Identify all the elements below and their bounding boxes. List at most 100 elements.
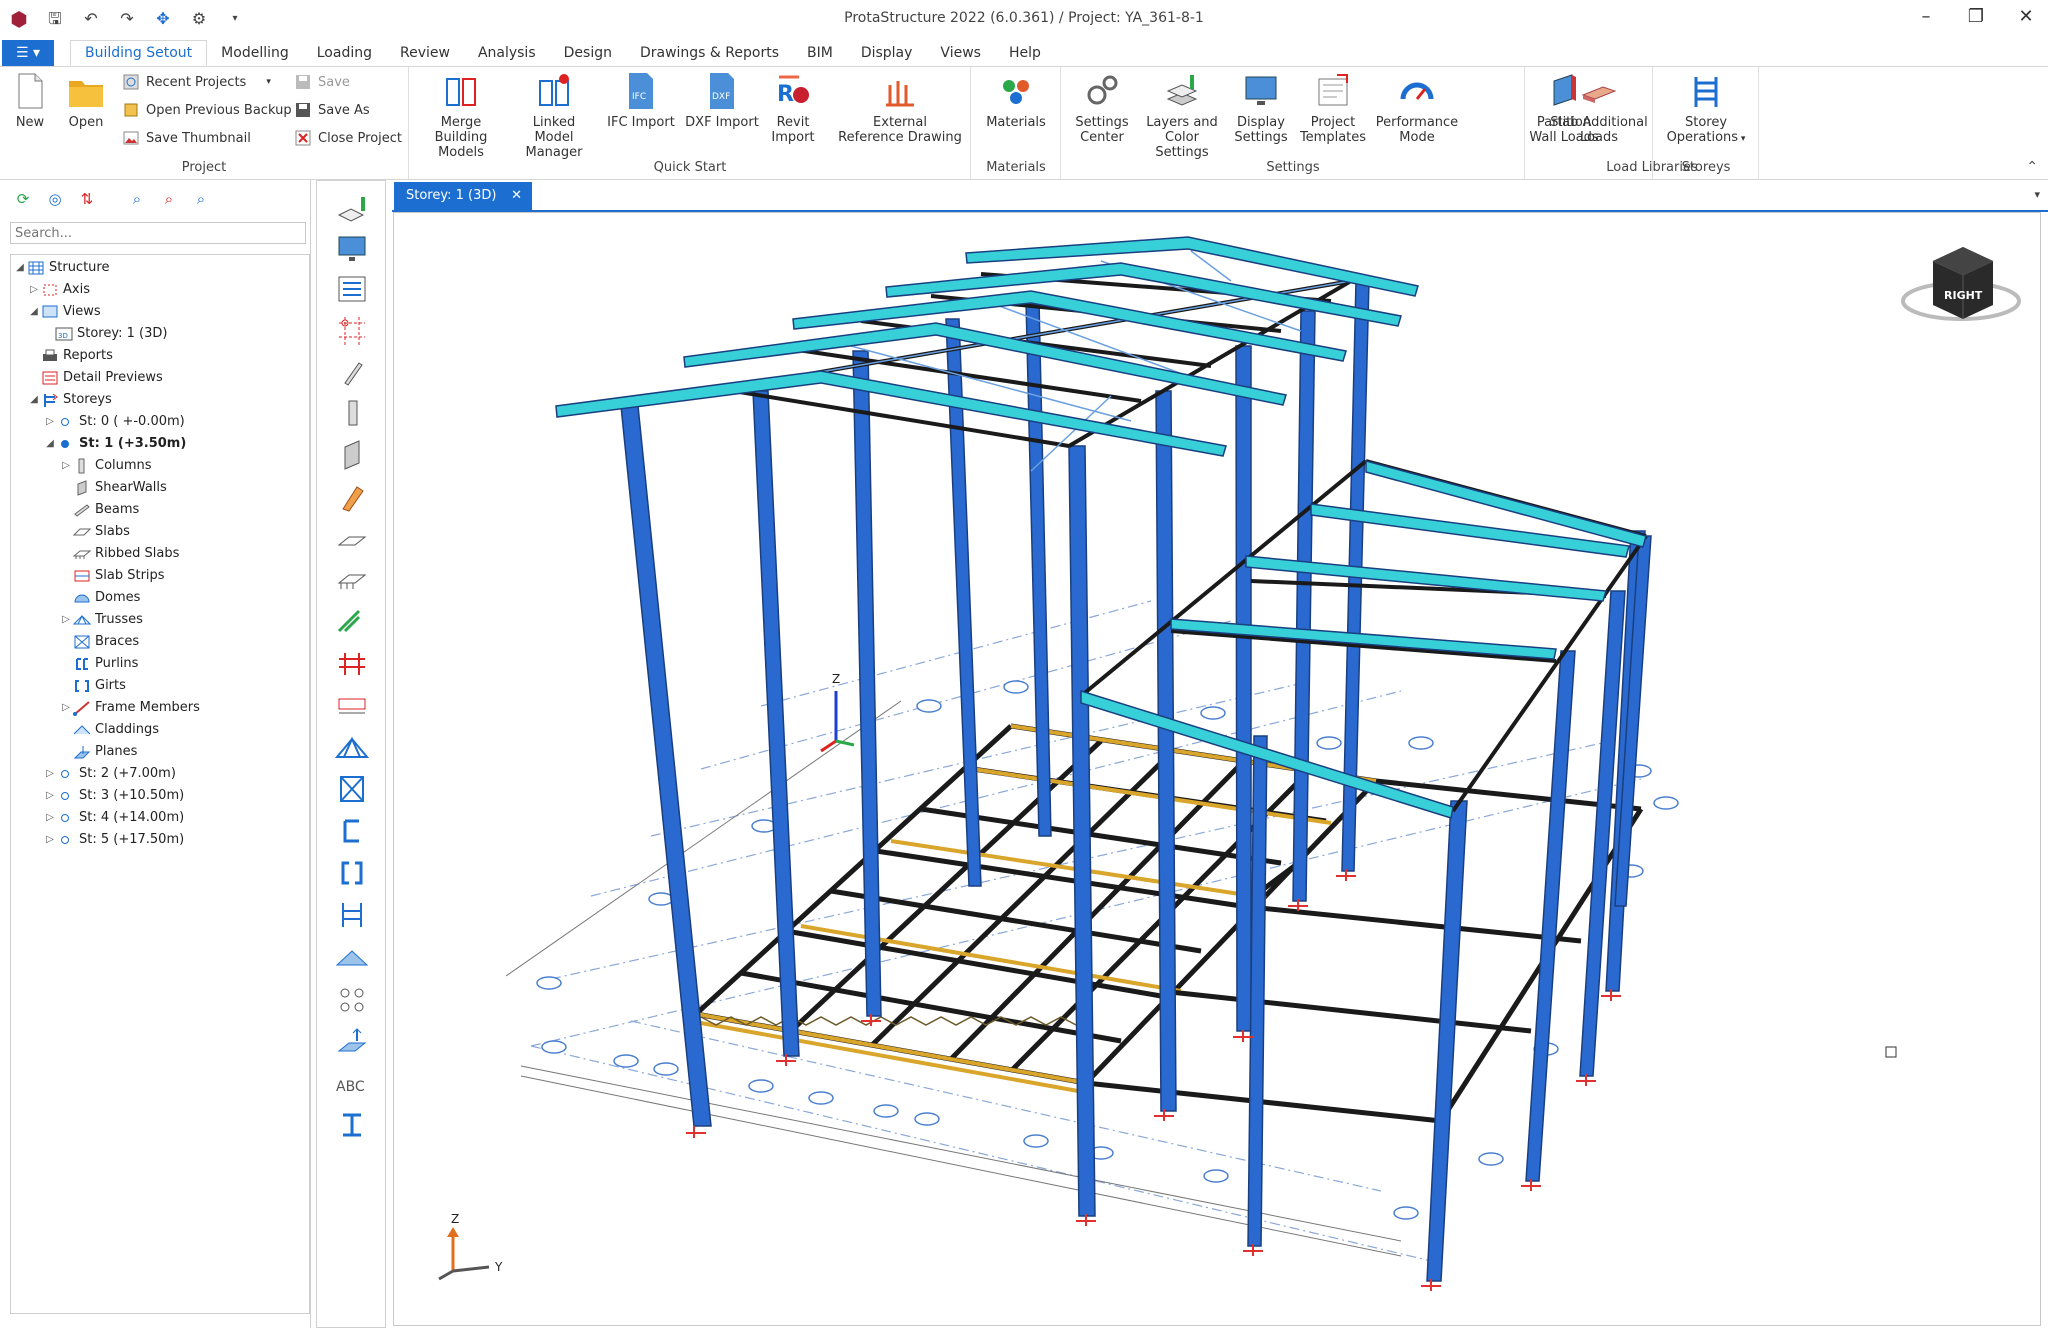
tree-item-ribbed-slabs[interactable]: Ribbed Slabs xyxy=(73,543,179,565)
storey-operations-button[interactable]: Storey Operations ▾ xyxy=(1662,71,1750,147)
axis-tool-icon[interactable] xyxy=(335,315,369,347)
tab-design[interactable]: Design xyxy=(550,40,626,66)
tree-item-storeys[interactable]: ◢ Storeys xyxy=(27,389,112,411)
sort-icon[interactable]: ⇅ xyxy=(76,188,98,210)
new-button[interactable]: New xyxy=(10,71,50,130)
tree-item-reports[interactable]: Reports xyxy=(41,345,113,367)
3d-viewport[interactable]: Z RIGHT Z Y xyxy=(393,212,2041,1326)
close-icon[interactable]: ✕ xyxy=(2014,6,2038,27)
open-button[interactable]: Open xyxy=(64,71,108,130)
tree-item-st1[interactable]: ◢ St: 1 (+3.50m) xyxy=(43,433,186,455)
tree-item-slabs[interactable]: Slabs xyxy=(73,521,130,543)
linked-model-manager-button[interactable]: Linked Model Manager xyxy=(514,71,594,160)
tree-item-structure[interactable]: ◢ Structure xyxy=(13,257,109,279)
zoom-in-icon[interactable]: ⌕ xyxy=(158,188,180,210)
expand-toggle-icon[interactable]: ▷ xyxy=(59,609,73,631)
close-tab-icon[interactable]: ✕ xyxy=(511,182,522,210)
tree-item-st5[interactable]: ▷ St: 5 (+17.50m) xyxy=(43,829,184,851)
file-menu-button[interactable]: ☰ ▾ xyxy=(2,40,54,66)
slab-tool-icon[interactable] xyxy=(335,523,369,555)
tree-item-girts[interactable]: Girts xyxy=(73,675,126,697)
expand-toggle-icon[interactable]: ▷ xyxy=(59,697,73,719)
column-tool-2-icon[interactable] xyxy=(335,397,369,429)
tab-review[interactable]: Review xyxy=(386,40,464,66)
tab-building-setout[interactable]: Building Setout xyxy=(70,40,208,66)
expand-toggle-icon[interactable]: ▷ xyxy=(43,411,57,433)
expand-toggle-icon[interactable]: ▷ xyxy=(27,279,41,301)
save-button[interactable]: Save xyxy=(294,73,350,91)
list-tool-icon[interactable] xyxy=(335,273,369,305)
save-thumbnail-button[interactable]: Save Thumbnail xyxy=(122,129,251,147)
project-templates-button[interactable]: Project Templates xyxy=(1298,71,1368,145)
shearwall-tool-icon[interactable] xyxy=(335,439,369,471)
save-as-button[interactable]: Save As xyxy=(294,101,370,119)
search-input[interactable] xyxy=(10,222,306,244)
tab-bim[interactable]: BIM xyxy=(793,40,847,66)
view-cube-label[interactable]: RIGHT xyxy=(1944,289,1983,302)
tree-item-st0[interactable]: ▷ St: 0 ( +-0.00m) xyxy=(43,411,185,433)
dxf-import-button[interactable]: DXF DXF Import xyxy=(684,71,760,130)
minimize-icon[interactable]: – xyxy=(1914,6,1938,27)
ifc-import-button[interactable]: IFC IFC Import xyxy=(606,71,676,130)
expand-toggle-icon[interactable]: ▷ xyxy=(59,455,73,477)
tree-item-st3[interactable]: ▷ St: 3 (+10.50m) xyxy=(43,785,184,807)
zoom-extents-icon[interactable]: ⌕ xyxy=(190,188,212,210)
performance-mode-button[interactable]: Performance Mode xyxy=(1374,71,1460,145)
tab-modelling[interactable]: Modelling xyxy=(207,40,303,66)
tree-item-trusses[interactable]: ▷ Trusses xyxy=(59,609,143,631)
tree-item-views[interactable]: ◢ Views xyxy=(27,301,100,323)
tab-drawings-reports[interactable]: Drawings & Reports xyxy=(626,40,793,66)
plane-tool-icon[interactable] xyxy=(335,1025,369,1057)
cladding-tool-icon[interactable] xyxy=(335,941,369,973)
collapse-toggle-icon[interactable]: ◢ xyxy=(27,389,41,411)
section-tool-icon[interactable] xyxy=(335,1109,369,1141)
text-label-tool-icon[interactable]: ABC xyxy=(335,1067,369,1099)
slab-additional-loads-button[interactable]: Slab Additional Loads xyxy=(1548,71,1650,145)
display-tool-icon[interactable] xyxy=(335,233,369,265)
layers-color-settings-button[interactable]: Layers and Color Settings xyxy=(1138,71,1226,160)
tree-item-domes[interactable]: Domes xyxy=(73,587,140,609)
tab-display[interactable]: Display xyxy=(847,40,927,66)
tab-views[interactable]: Views xyxy=(926,40,995,66)
truss-tool-icon[interactable] xyxy=(335,731,369,763)
tab-help[interactable]: Help xyxy=(995,40,1055,66)
ribbed-slab-tool-icon[interactable] xyxy=(335,565,369,597)
display-settings-button[interactable]: Display Settings xyxy=(1230,71,1292,145)
view-cube[interactable] xyxy=(1901,247,2021,321)
tree-item-columns[interactable]: ▷ Columns xyxy=(59,455,152,477)
expand-toggle-icon[interactable]: ▷ xyxy=(43,829,57,851)
collapse-toggle-icon[interactable]: ◢ xyxy=(13,257,27,279)
tree-item-purlins[interactable]: Purlins xyxy=(73,653,138,675)
settings-center-button[interactable]: Settings Center xyxy=(1070,71,1134,145)
collapse-toggle-icon[interactable]: ◢ xyxy=(43,433,57,455)
tree-item-detail-previews[interactable]: Detail Previews xyxy=(41,367,163,389)
zoom-window-icon[interactable]: ⌕ xyxy=(126,188,148,210)
expand-toggle-icon[interactable]: ▷ xyxy=(43,785,57,807)
external-reference-drawing-button[interactable]: External Reference Drawing xyxy=(836,71,964,145)
tree-item-beams[interactable]: Beams xyxy=(73,499,139,521)
recent-projects-button[interactable]: Recent Projects ▾ xyxy=(122,73,271,91)
grid-points-tool-icon[interactable] xyxy=(335,983,369,1015)
tab-analysis[interactable]: Analysis xyxy=(464,40,550,66)
girt-tool-icon[interactable] xyxy=(335,857,369,889)
brace-tool-icon[interactable] xyxy=(335,773,369,805)
materials-button[interactable]: Materials xyxy=(982,71,1050,130)
tree-item-storey-view[interactable]: 3D Storey: 1 (3D) xyxy=(55,323,167,345)
beam-tool-icon[interactable] xyxy=(335,481,369,513)
tab-dropdown-icon[interactable]: ▾ xyxy=(2034,188,2040,201)
globe-icon[interactable]: ◎ xyxy=(44,188,66,210)
stair-tool-icon[interactable] xyxy=(335,647,369,679)
tree-item-st2[interactable]: ▷ St: 2 (+7.00m) xyxy=(43,763,176,785)
tree-item-braces[interactable]: Braces xyxy=(73,631,139,653)
tree-item-frame-members[interactable]: ▷ Frame Members xyxy=(59,697,200,719)
slab-strip-tool-icon[interactable] xyxy=(335,605,369,637)
layers-tool-icon[interactable] xyxy=(335,193,369,225)
expand-toggle-icon[interactable]: ▷ xyxy=(43,763,57,785)
tab-loading[interactable]: Loading xyxy=(303,40,386,66)
tree-item-planes[interactable]: Planes xyxy=(73,741,137,763)
expand-toggle-icon[interactable]: ▷ xyxy=(43,807,57,829)
revit-import-button[interactable]: R Revit Import xyxy=(768,71,818,145)
collapse-ribbon-icon[interactable]: ⌃ xyxy=(2026,159,2038,175)
column-tool-icon[interactable] xyxy=(335,357,369,389)
tree-item-st4[interactable]: ▷ St: 4 (+14.00m) xyxy=(43,807,184,829)
